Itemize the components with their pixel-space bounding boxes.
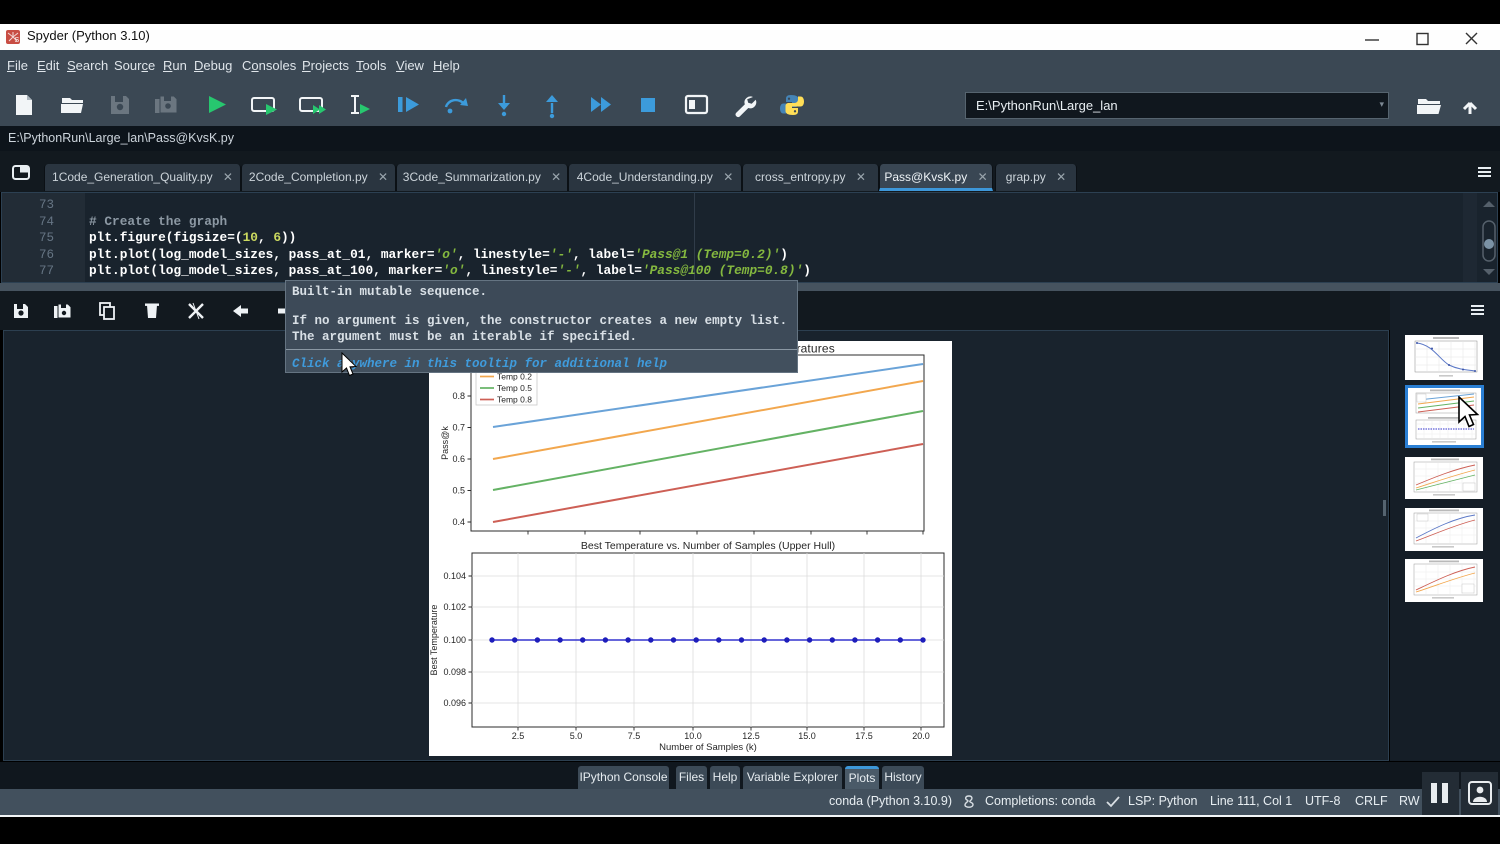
svg-text:7.5: 7.5 [628, 731, 641, 741]
svg-text:10.0: 10.0 [684, 731, 702, 741]
svg-text:5.0: 5.0 [570, 731, 583, 741]
svg-text:12.5: 12.5 [742, 731, 760, 741]
svg-text:Best Temperature: Best Temperature [429, 605, 439, 676]
svg-text:Pass@k: Pass@k [440, 426, 450, 460]
svg-text:0.7: 0.7 [452, 423, 465, 433]
svg-text:15.0: 15.0 [798, 731, 816, 741]
svg-text:20.0: 20.0 [912, 731, 930, 741]
svg-text:0.100: 0.100 [443, 635, 466, 645]
svg-text:Best Temperature vs. Number of: Best Temperature vs. Number of Samples (… [581, 540, 835, 552]
svg-text:0.096: 0.096 [443, 698, 466, 708]
svg-text:17.5: 17.5 [855, 731, 873, 741]
svg-text:Temp 0.8: Temp 0.8 [497, 395, 532, 405]
svg-text:S: S [15, 37, 20, 44]
svg-text:Temp 0.5: Temp 0.5 [497, 383, 532, 393]
svg-text:0.4: 0.4 [452, 517, 465, 527]
svg-text:0.098: 0.098 [443, 667, 466, 677]
svg-text:0.5: 0.5 [452, 486, 465, 496]
svg-text:0.6: 0.6 [452, 454, 465, 464]
svg-text:2.5: 2.5 [512, 731, 525, 741]
svg-text:Temp 0.2: Temp 0.2 [497, 372, 532, 382]
svg-text:Number of Samples (k): Number of Samples (k) [659, 742, 757, 753]
svg-text:0.8: 0.8 [452, 391, 465, 401]
svg-text:0.102: 0.102 [443, 602, 466, 612]
svg-text:0.104: 0.104 [443, 571, 466, 581]
